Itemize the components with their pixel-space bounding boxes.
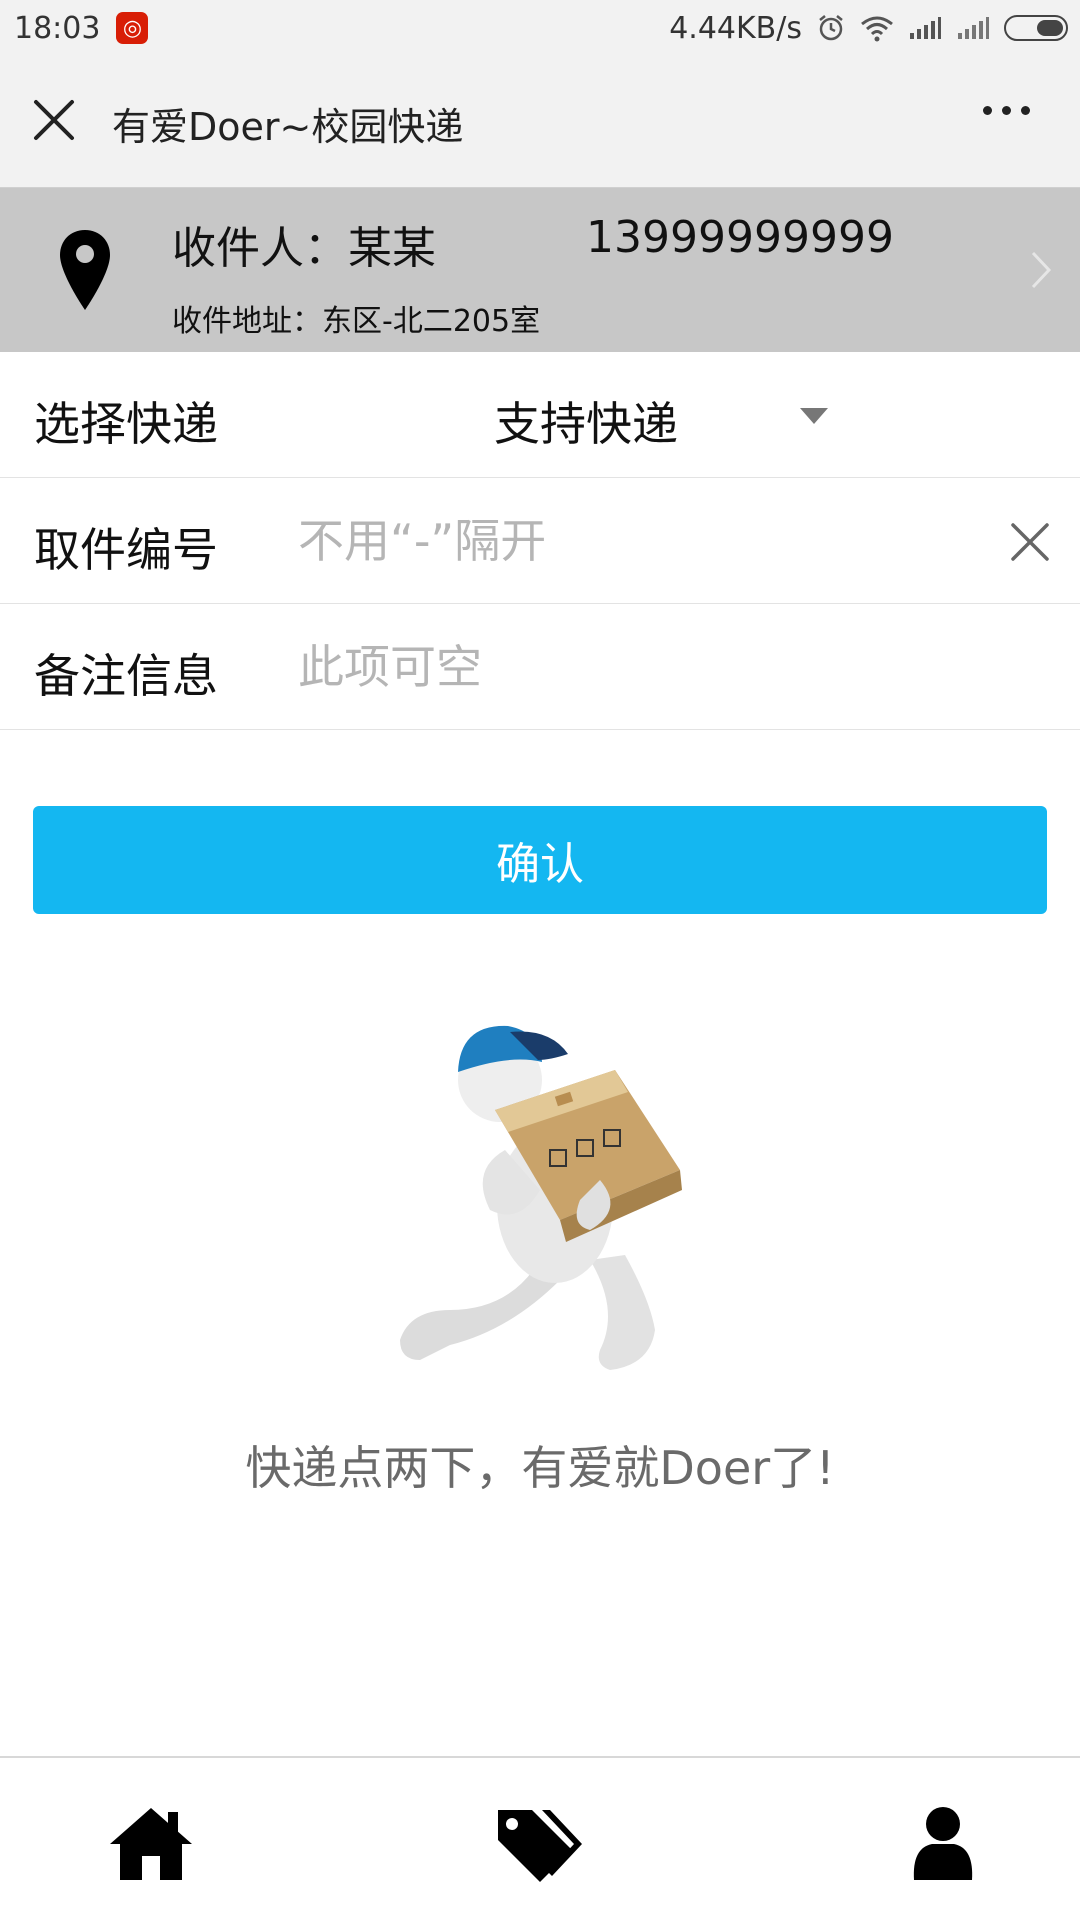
more-icon[interactable] — [983, 106, 1030, 115]
battery-icon — [1004, 15, 1068, 41]
signal-icon — [910, 17, 941, 39]
express-select-row[interactable]: 选择快递 支持快递 — [0, 352, 1080, 478]
clear-icon[interactable] — [1010, 522, 1050, 562]
more-dot — [983, 106, 992, 115]
note-input[interactable] — [298, 632, 978, 702]
confirm-button[interactable]: 确认 — [33, 806, 1047, 914]
status-bar: 18:03 ◎ 4.44KB/s — [0, 0, 1080, 56]
tab-tags[interactable] — [494, 1804, 584, 1884]
user-icon — [913, 1807, 973, 1880]
recipient-name: 收件人：某某 — [172, 223, 436, 274]
recipient-phone: 13999999999 — [586, 212, 894, 263]
note-row: 备注信息 — [0, 604, 1080, 730]
signal-icon — [958, 17, 989, 39]
alarm-icon — [819, 15, 843, 41]
close-icon[interactable] — [32, 98, 76, 142]
nav-bar: 有爱Doer~校园快递 — [0, 56, 1080, 188]
status-time: 18:03 — [14, 10, 101, 46]
pickup-code-input[interactable] — [298, 506, 978, 576]
home-icon — [110, 1808, 192, 1880]
page-title: 有爱Doer~校园快递 — [112, 105, 464, 149]
pickup-code-label: 取件编号 — [34, 523, 218, 577]
tab-user[interactable] — [898, 1804, 988, 1884]
slogan-text: 快递点两下，有爱就Doer了! — [245, 1441, 835, 1495]
wifi-icon — [861, 16, 893, 42]
address-panel[interactable]: 收件人：某某 13999999999 收件地址：东区-北二205室 — [0, 188, 1080, 352]
netease-music-icon: ◎ — [116, 12, 149, 44]
status-right: 4.44KB/s — [669, 11, 1068, 46]
location-pin-icon — [60, 230, 110, 310]
recipient-address: 收件地址：东区-北二205室 — [172, 304, 541, 339]
note-label: 备注信息 — [34, 649, 218, 703]
more-dot — [1021, 106, 1030, 115]
tags-icon — [498, 1810, 582, 1882]
network-speed: 4.44KB/s — [669, 10, 802, 46]
caret-down-icon[interactable] — [800, 408, 828, 424]
chevron-right-icon — [1031, 251, 1052, 289]
express-select-label: 选择快递 — [34, 397, 218, 451]
courier-illustration — [400, 1025, 682, 1370]
express-select-value[interactable]: 支持快递 — [494, 388, 678, 454]
more-dot — [1002, 106, 1011, 115]
tab-bar — [0, 1756, 1080, 1920]
status-left: 18:03 ◎ — [14, 10, 149, 46]
tab-home[interactable] — [106, 1804, 196, 1884]
pickup-code-row: 取件编号 — [0, 478, 1080, 604]
